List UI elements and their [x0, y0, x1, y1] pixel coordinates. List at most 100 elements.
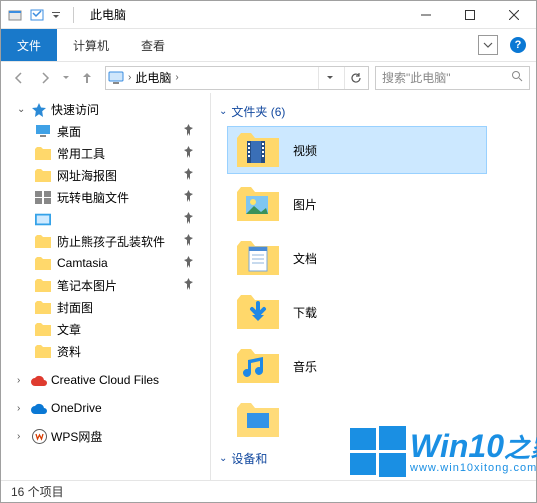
ribbon-tab-file[interactable]: 文件: [1, 29, 57, 61]
maximize-button[interactable]: [448, 1, 492, 29]
wps-icon: [31, 429, 47, 445]
sidebar-item-label: 封面图: [57, 299, 93, 316]
folder-icon: [35, 233, 51, 249]
sidebar-item-desktop[interactable]: 桌面: [3, 120, 208, 142]
music-folder-icon: [237, 348, 279, 384]
sidebar-item-label: WPS网盘: [51, 428, 102, 445]
star-icon: [31, 102, 47, 118]
image-thumb-icon: [35, 211, 51, 227]
sidebar-item-label: 桌面: [57, 123, 81, 140]
sidebar-item-notebook-pics[interactable]: 笔记本图片: [3, 274, 208, 296]
sidebar-item-tools[interactable]: 常用工具: [3, 142, 208, 164]
chevron-down-icon: ⌄: [219, 106, 227, 117]
sidebar-item-label: 常用工具: [57, 145, 105, 162]
sidebar-item-poster[interactable]: 网址海报图: [3, 164, 208, 186]
folder-icon: [35, 145, 51, 161]
tile-label: 文档: [293, 250, 317, 267]
pin-icon: [184, 212, 194, 227]
tile-videos[interactable]: 视频: [227, 126, 487, 174]
sidebar-item-camtasia[interactable]: Camtasia: [3, 252, 208, 274]
sidebar-item-pc-files[interactable]: 玩转电脑文件: [3, 186, 208, 208]
ribbon-tab-view[interactable]: 查看: [125, 29, 181, 61]
sidebar-item-materials[interactable]: 资料: [3, 340, 208, 362]
chevron-right-icon: ›: [17, 403, 27, 414]
title-separator: [73, 7, 74, 23]
recent-dropdown-button[interactable]: [59, 66, 73, 90]
sidebar-item-label: 网址海报图: [57, 167, 117, 184]
app-icon: [7, 7, 23, 23]
pin-icon: [184, 124, 194, 139]
tile-label: 视频: [293, 142, 317, 159]
desktop-icon: [35, 123, 51, 139]
sidebar-onedrive[interactable]: › OneDrive: [3, 398, 208, 418]
sidebar-quick-access-label: 快速访问: [51, 101, 99, 118]
sidebar-item-label: Camtasia: [57, 256, 108, 270]
sidebar-item-label: OneDrive: [51, 401, 102, 415]
ribbon-tab-computer[interactable]: 计算机: [57, 29, 125, 61]
back-button[interactable]: [7, 66, 31, 90]
qat-properties-icon[interactable]: [29, 7, 45, 23]
tile-pictures[interactable]: 图片: [227, 180, 487, 228]
sidebar-item-articles[interactable]: 文章: [3, 318, 208, 340]
qat-dropdown-icon[interactable]: [51, 10, 61, 20]
folder-icon: [35, 343, 51, 359]
tile-label: 图片: [293, 196, 317, 213]
sidebar-item-label: 资料: [57, 343, 81, 360]
navigation-bar: › 此电脑 › 搜索"此电脑": [1, 61, 536, 93]
navigation-pane[interactable]: ⌄ 快速访问 桌面 常用工具 网址海报图: [1, 93, 211, 485]
chevron-down-icon: ⌄: [219, 453, 227, 464]
sidebar-quick-access[interactable]: ⌄ 快速访问: [3, 99, 208, 120]
tile-documents[interactable]: 文档: [227, 234, 487, 282]
sidebar-item-recent[interactable]: [3, 208, 208, 230]
sidebar-item-kid-safe[interactable]: 防止熊孩子乱装软件: [3, 230, 208, 252]
refresh-button[interactable]: [344, 67, 366, 89]
minimize-button[interactable]: [404, 1, 448, 29]
content-pane[interactable]: ⌄ 文件夹 (6) 视频 图片 文档: [211, 93, 536, 485]
window-title: 此电脑: [90, 6, 126, 23]
tiles-icon: [35, 189, 51, 205]
tile-partial[interactable]: [227, 396, 487, 444]
sidebar-wps[interactable]: › WPS网盘: [3, 426, 208, 447]
breadcrumb-this-pc[interactable]: 此电脑: [135, 69, 171, 86]
address-dropdown-button[interactable]: [318, 67, 340, 89]
sidebar-item-label: 玩转电脑文件: [57, 189, 129, 206]
forward-button[interactable]: [33, 66, 57, 90]
chevron-right-icon[interactable]: ›: [175, 72, 178, 83]
folder-icon: [35, 167, 51, 183]
search-icon: [511, 70, 523, 85]
sidebar-creative-cloud[interactable]: › Creative Cloud Files: [3, 370, 208, 390]
cloud-icon: [31, 400, 47, 416]
group-header-folders[interactable]: ⌄ 文件夹 (6): [215, 101, 532, 126]
close-button[interactable]: [492, 1, 536, 29]
folder-icon: [35, 321, 51, 337]
pin-icon: [184, 256, 194, 271]
chevron-right-icon: ›: [17, 375, 27, 386]
desktop-folder-icon: [237, 402, 279, 438]
chevron-right-icon[interactable]: ›: [128, 72, 131, 83]
group-header-label: 设备和: [231, 450, 267, 467]
group-header-devices[interactable]: ⌄ 设备和: [215, 448, 532, 473]
tile-downloads[interactable]: 下载: [227, 288, 487, 336]
pin-icon: [184, 146, 194, 161]
ribbon-expand-button[interactable]: [478, 35, 498, 55]
tile-music[interactable]: 音乐: [227, 342, 487, 390]
search-placeholder: 搜索"此电脑": [382, 69, 451, 86]
chevron-down-icon: ⌄: [17, 104, 27, 115]
status-bar: 16 个项目: [1, 480, 536, 502]
folder-icon: [35, 299, 51, 315]
ribbon-tabs: 文件 计算机 查看 ?: [1, 29, 536, 61]
pin-icon: [184, 278, 194, 293]
search-input[interactable]: 搜索"此电脑": [375, 66, 530, 90]
sidebar-item-cover[interactable]: 封面图: [3, 296, 208, 318]
tile-label: 下载: [293, 304, 317, 321]
sidebar-item-label: 防止熊孩子乱装软件: [57, 233, 165, 250]
help-button[interactable]: ?: [510, 37, 526, 53]
group-header-label: 文件夹 (6): [231, 103, 285, 120]
title-bar: 此电脑: [1, 1, 536, 29]
videos-folder-icon: [237, 132, 279, 168]
address-bar[interactable]: › 此电脑 ›: [105, 66, 369, 90]
up-button[interactable]: [75, 66, 99, 90]
folder-icon: [35, 277, 51, 293]
status-item-count: 16 个项目: [11, 483, 64, 500]
pin-icon: [184, 190, 194, 205]
